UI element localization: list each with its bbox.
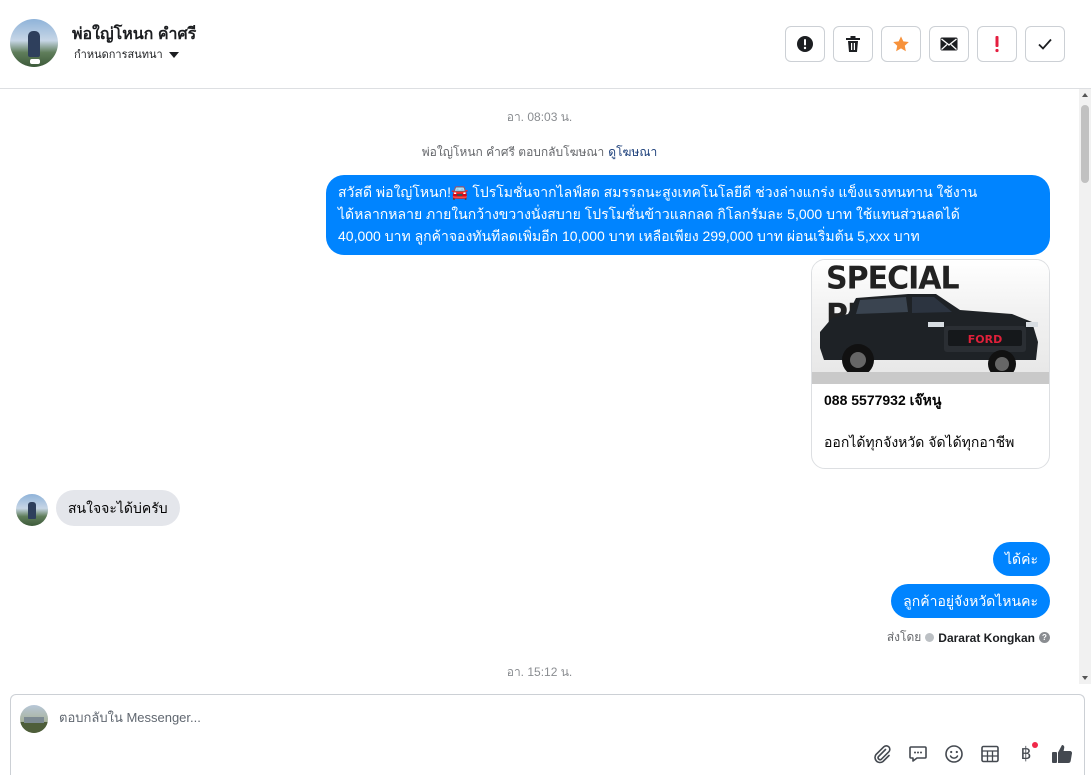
delete-button[interactable] (833, 26, 873, 62)
ad-title: 088 5577932 เจ๊หนู (824, 392, 942, 408)
ad-description: ออกได้ทุกจังหวัด จัดได้ทุกอาชีพ (824, 434, 1015, 450)
ford-grille-text: FORD (968, 333, 1002, 346)
ad-reply-notice: พ่อใญ่โหนก คำศรี ตอบกลับโฆษณา ดูโฆษณา (0, 143, 1079, 162)
contact-avatar-small[interactable] (16, 494, 48, 526)
sent-by-agent[interactable]: Dararat Kongkan (938, 631, 1035, 645)
chat-bubble-icon (909, 746, 927, 762)
assign-conversation-dropdown[interactable]: กำหนดการสนทนา (74, 45, 179, 63)
outgoing-message: ลูกค้าอยู่จังหวัดไหนคะ (891, 584, 1050, 618)
ad-image: SPECIAL PRICE FORD (812, 260, 1049, 384)
message-line: สวัสดี พ่อใญ่โหนก!🚘 โปรโมชั่นจากไลฟ์สด ส… (338, 184, 978, 200)
message-line: ได้หลากหลาย ภายในกว้างขวางนั่งสบาย โปรโม… (338, 206, 960, 222)
star-icon (893, 36, 909, 52)
contact-name[interactable]: พ่อใญ่โหนก คำศรี (72, 22, 196, 47)
done-button[interactable] (1025, 26, 1065, 62)
appointment-button[interactable] (978, 742, 1002, 766)
trash-icon (846, 36, 860, 52)
thumbs-up-icon (1052, 745, 1073, 764)
mark-unread-button[interactable] (929, 26, 969, 62)
baht-icon: ฿ (1020, 744, 1032, 764)
important-button[interactable] (977, 26, 1017, 62)
exclamation-icon (995, 36, 999, 53)
spam-button[interactable] (785, 26, 825, 62)
check-icon (1038, 38, 1052, 50)
view-ad-link[interactable]: ดูโฆษณา (608, 145, 657, 159)
check-circle-icon (925, 633, 935, 642)
message-thread[interactable]: อา. 08:03 น. พ่อใญ่โหนก คำศรี ตอบกลับโฆษ… (0, 89, 1079, 684)
outgoing-ad-message: สวัสดี พ่อใญ่โหนก!🚘 โปรโมชั่นจากไลฟ์สด ส… (326, 175, 1050, 255)
timestamp: อา. 15:12 น. (506, 665, 573, 679)
conversation-header: พ่อใญ่โหนก คำศรี กำหนดการสนทนา (0, 0, 1091, 89)
page-avatar (20, 705, 48, 733)
sent-by-info: ส่งโดย Dararat Kongkan ? (887, 628, 1050, 647)
reply-input[interactable] (59, 710, 859, 725)
caret-down-icon (168, 51, 179, 58)
payment-button[interactable]: ฿ (1014, 742, 1038, 766)
help-icon[interactable]: ? (1039, 632, 1050, 643)
table-icon (981, 745, 999, 763)
assign-label: กำหนดการสนทนา (74, 49, 163, 61)
sent-by-label: ส่งโดย (886, 630, 922, 644)
paperclip-icon (874, 744, 891, 764)
attach-button[interactable] (870, 742, 894, 766)
star-button[interactable] (881, 26, 921, 62)
notification-dot (1032, 742, 1038, 748)
ad-reply-text: พ่อใญ่โหนก คำศรี ตอบกลับโฆษณา (421, 145, 605, 159)
scroll-down-arrow-icon[interactable] (1082, 676, 1088, 680)
message-line: 40,000 บาท ลูกค้าจองทันทีลดเพิ่มอีก 10,0… (338, 228, 920, 244)
composer-toolbar: ฿ (870, 742, 1074, 766)
timestamp: อา. 08:03 น. (506, 110, 573, 124)
exclamation-circle-icon (797, 36, 813, 52)
conversation-toolbar (785, 26, 1065, 62)
message-composer: ฿ (10, 694, 1085, 775)
contact-avatar[interactable] (10, 19, 58, 67)
saved-replies-button[interactable] (906, 742, 930, 766)
like-button[interactable] (1050, 742, 1074, 766)
ad-card[interactable]: SPECIAL PRICE FORD 088 5577932 เจ๊หนู ออ… (811, 259, 1050, 469)
envelope-icon (940, 37, 958, 51)
thread-scrollbar[interactable] (1079, 89, 1091, 684)
pickup-truck-image: FORD (812, 294, 1049, 384)
scroll-up-arrow-icon[interactable] (1082, 93, 1088, 97)
incoming-message: สนใจจะได้บ่ครับ (56, 490, 180, 526)
smiley-icon (945, 745, 963, 763)
outgoing-message: ได้ค่ะ (992, 542, 1050, 576)
scroll-thumb[interactable] (1081, 105, 1089, 183)
emoji-button[interactable] (942, 742, 966, 766)
